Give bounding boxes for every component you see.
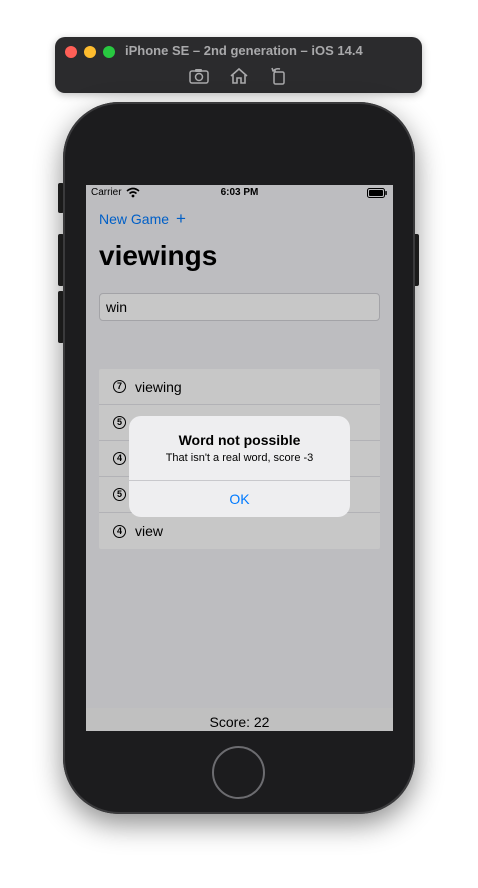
simulator-title: iPhone SE – 2nd generation – iOS 14.4	[125, 43, 363, 58]
close-window-button[interactable]	[65, 46, 77, 58]
simulator-toolbar	[55, 66, 422, 88]
ok-button[interactable]: OK	[129, 481, 350, 517]
screenshot-icon[interactable]	[188, 66, 210, 86]
alert-title: Word not possible	[178, 432, 301, 448]
alert-dialog: Word not possible That isn't a real word…	[129, 416, 350, 517]
phone-screen: Carrier 6:03 PM New Game + viewings win …	[86, 185, 393, 731]
simulator-window: iPhone SE – 2nd generation – iOS 14.4 Ca…	[0, 0, 478, 888]
minimize-window-button[interactable]	[84, 46, 96, 58]
rotate-icon[interactable]	[268, 66, 290, 86]
home-icon[interactable]	[228, 66, 250, 86]
simulator-title-bar: iPhone SE – 2nd generation – iOS 14.4	[55, 37, 422, 93]
home-button[interactable]	[212, 746, 265, 799]
alert-message: That isn't a real word, score -3	[165, 452, 314, 464]
zoom-window-button[interactable]	[103, 46, 115, 58]
